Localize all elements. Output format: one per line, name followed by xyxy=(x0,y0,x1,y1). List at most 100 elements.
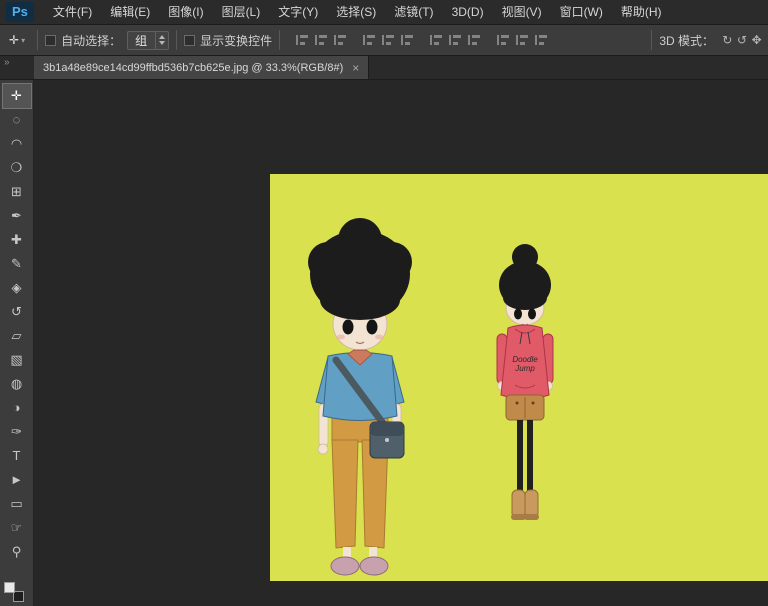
options-bar: ✛ ▾ 自动选择： 组 显示变换控件 3D 模式： ↻↺✥ xyxy=(0,25,768,56)
blur-tool[interactable]: ◍ xyxy=(3,372,31,396)
3d-mode-label: 3D 模式： xyxy=(659,32,714,49)
eraser-tool[interactable]: ▱ xyxy=(3,324,31,348)
pen-tool[interactable]: ✑ xyxy=(3,420,31,444)
toolbar-header: » xyxy=(0,56,34,79)
align-vertical-centers-icon[interactable] xyxy=(380,33,395,47)
icon-group-1 xyxy=(292,33,349,47)
canvas-image[interactable]: Doodle Jump xyxy=(270,174,768,581)
chevron-down-icon: ▾ xyxy=(21,36,25,45)
3d-roll-icon[interactable]: ↺ xyxy=(735,33,750,47)
align-top-edges-icon[interactable] xyxy=(361,33,376,47)
clone-stamp-tool[interactable]: ◈ xyxy=(3,276,31,300)
crop-tool[interactable]: ⊞ xyxy=(3,180,31,204)
menu-item-1[interactable]: 文件(F) xyxy=(44,0,101,25)
dodge-tool[interactable]: ◑ xyxy=(3,396,31,420)
menu-item-7[interactable]: 滤镜(T) xyxy=(385,0,442,25)
artwork-svg: Doodle Jump xyxy=(270,174,768,581)
tools-panel: ✛◌◠❍⊞✒✚✎◈↺▱▧◍◑✑T►▭☞⚲ xyxy=(0,80,34,606)
gradient-tool[interactable]: ▧ xyxy=(3,348,31,372)
toolbar-collapse-icon[interactable]: » xyxy=(0,56,10,68)
girl-eye-right xyxy=(528,309,536,320)
foreground-color-swatch[interactable] xyxy=(4,582,15,593)
separator xyxy=(37,30,38,50)
align-left-edges-icon[interactable] xyxy=(294,33,309,47)
distribute-vertical-centers-icon[interactable] xyxy=(447,33,462,47)
girl-boot-right xyxy=(525,490,538,518)
brush-tool[interactable]: ✎ xyxy=(3,252,31,276)
separator xyxy=(176,30,177,50)
menu-item-3[interactable]: 图像(I) xyxy=(159,0,212,25)
elliptical-marquee-tool[interactable]: ◌ xyxy=(3,108,31,132)
distribute-bottom-edges-icon[interactable] xyxy=(466,33,481,47)
zoom-tool[interactable]: ⚲ xyxy=(3,540,31,564)
auto-select-target-combobox[interactable]: 组 xyxy=(127,31,169,50)
menu-item-6[interactable]: 选择(S) xyxy=(327,0,385,25)
boy-eye-left xyxy=(343,320,354,335)
3d-mode-section: 3D 模式： ↻↺✥ xyxy=(644,30,764,50)
girl-boot-left xyxy=(512,490,525,518)
photoshop-window: Ps 文件(F)编辑(E)图像(I)图层(L)文字(Y)选择(S)滤镜(T)3D… xyxy=(0,0,768,606)
menu-items: 文件(F)编辑(E)图像(I)图层(L)文字(Y)选择(S)滤镜(T)3D(D)… xyxy=(44,0,671,24)
quick-selection-tool[interactable]: ❍ xyxy=(3,156,31,180)
checkbox-icon[interactable] xyxy=(184,35,195,46)
tool-column: ✛◌◠❍⊞✒✚✎◈↺▱▧◍◑✑T►▭☞⚲ xyxy=(0,84,33,564)
boy-shoe-left xyxy=(331,557,359,575)
hand-tool[interactable]: ☞ xyxy=(3,516,31,540)
path-selection-tool[interactable]: ► xyxy=(3,468,31,492)
boy-figure xyxy=(308,218,412,575)
boy-eye-right xyxy=(367,320,378,335)
lasso-tool[interactable]: ◠ xyxy=(3,132,31,156)
auto-select-label: 自动选择： xyxy=(61,32,121,49)
menu-item-8[interactable]: 3D(D) xyxy=(443,0,493,25)
separator xyxy=(651,30,652,50)
align-horizontal-centers-icon[interactable] xyxy=(313,33,328,47)
boy-shoe-right xyxy=(360,557,388,575)
show-transform-controls-checkbox[interactable]: 显示变换控件 xyxy=(184,32,272,49)
move-tool-icon: ✛ xyxy=(9,33,19,47)
show-transform-label: 显示变换控件 xyxy=(200,32,272,49)
spot-healing-brush-tool[interactable]: ✚ xyxy=(3,228,31,252)
align-groups xyxy=(287,33,555,47)
menu-item-5[interactable]: 文字(Y) xyxy=(269,0,327,25)
auto-select-checkbox[interactable]: 自动选择： xyxy=(45,32,121,49)
move-tool[interactable]: ✛ xyxy=(3,84,31,108)
history-brush-tool[interactable]: ↺ xyxy=(3,300,31,324)
menu-item-4[interactable]: 图层(L) xyxy=(213,0,270,25)
girl-eye-left xyxy=(514,309,522,320)
mode3d-icons: ↻↺✥ xyxy=(720,33,764,47)
rectangle-tool[interactable]: ▭ xyxy=(3,492,31,516)
align-bottom-edges-icon[interactable] xyxy=(399,33,414,47)
girl-figure: Doodle Jump xyxy=(497,244,553,520)
3d-pan-icon[interactable]: ✥ xyxy=(749,33,764,47)
distribute-horizontal-centers-icon[interactable] xyxy=(514,33,529,47)
color-swatches[interactable] xyxy=(4,582,24,602)
canvas-area: Doodle Jump xyxy=(34,80,768,606)
icon-group-4 xyxy=(493,33,550,47)
document-tab-title: 3b1a48e89ce14cd99ffbd536b7cb625e.jpg @ 3… xyxy=(43,62,343,74)
distribute-top-edges-icon[interactable] xyxy=(428,33,443,47)
3d-rotate-icon[interactable]: ↻ xyxy=(720,33,735,47)
document-tab[interactable]: 3b1a48e89ce14cd99ffbd536b7cb625e.jpg @ 3… xyxy=(34,56,369,79)
eyedropper-tool[interactable]: ✒ xyxy=(3,204,31,228)
combo-stepper-icon[interactable] xyxy=(155,32,168,49)
distribute-right-edges-icon[interactable] xyxy=(533,33,548,47)
tab-close-icon[interactable]: × xyxy=(352,62,359,74)
girl-hoodie-text-line2: Jump xyxy=(514,364,535,373)
current-tool-preset[interactable]: ✛ ▾ xyxy=(4,31,30,49)
checkbox-icon[interactable] xyxy=(45,35,56,46)
type-tool[interactable]: T xyxy=(3,444,31,468)
tab-bar: » 3b1a48e89ce14cd99ffbd536b7cb625e.jpg @… xyxy=(0,56,768,80)
girl-leg-left xyxy=(517,420,523,492)
combobox-value: 组 xyxy=(128,32,155,49)
menu-item-11[interactable]: 帮助(H) xyxy=(612,0,671,25)
icon-group-3 xyxy=(426,33,483,47)
align-right-edges-icon[interactable] xyxy=(332,33,347,47)
distribute-left-edges-icon[interactable] xyxy=(495,33,510,47)
photoshop-logo-icon[interactable]: Ps xyxy=(6,2,34,22)
girl-leg-right xyxy=(527,420,533,492)
menu-item-10[interactable]: 窗口(W) xyxy=(551,0,612,25)
menu-item-2[interactable]: 编辑(E) xyxy=(101,0,159,25)
main-area: ✛◌◠❍⊞✒✚✎◈↺▱▧◍◑✑T►▭☞⚲ xyxy=(0,80,768,606)
separator xyxy=(279,30,280,50)
menu-item-9[interactable]: 视图(V) xyxy=(493,0,551,25)
